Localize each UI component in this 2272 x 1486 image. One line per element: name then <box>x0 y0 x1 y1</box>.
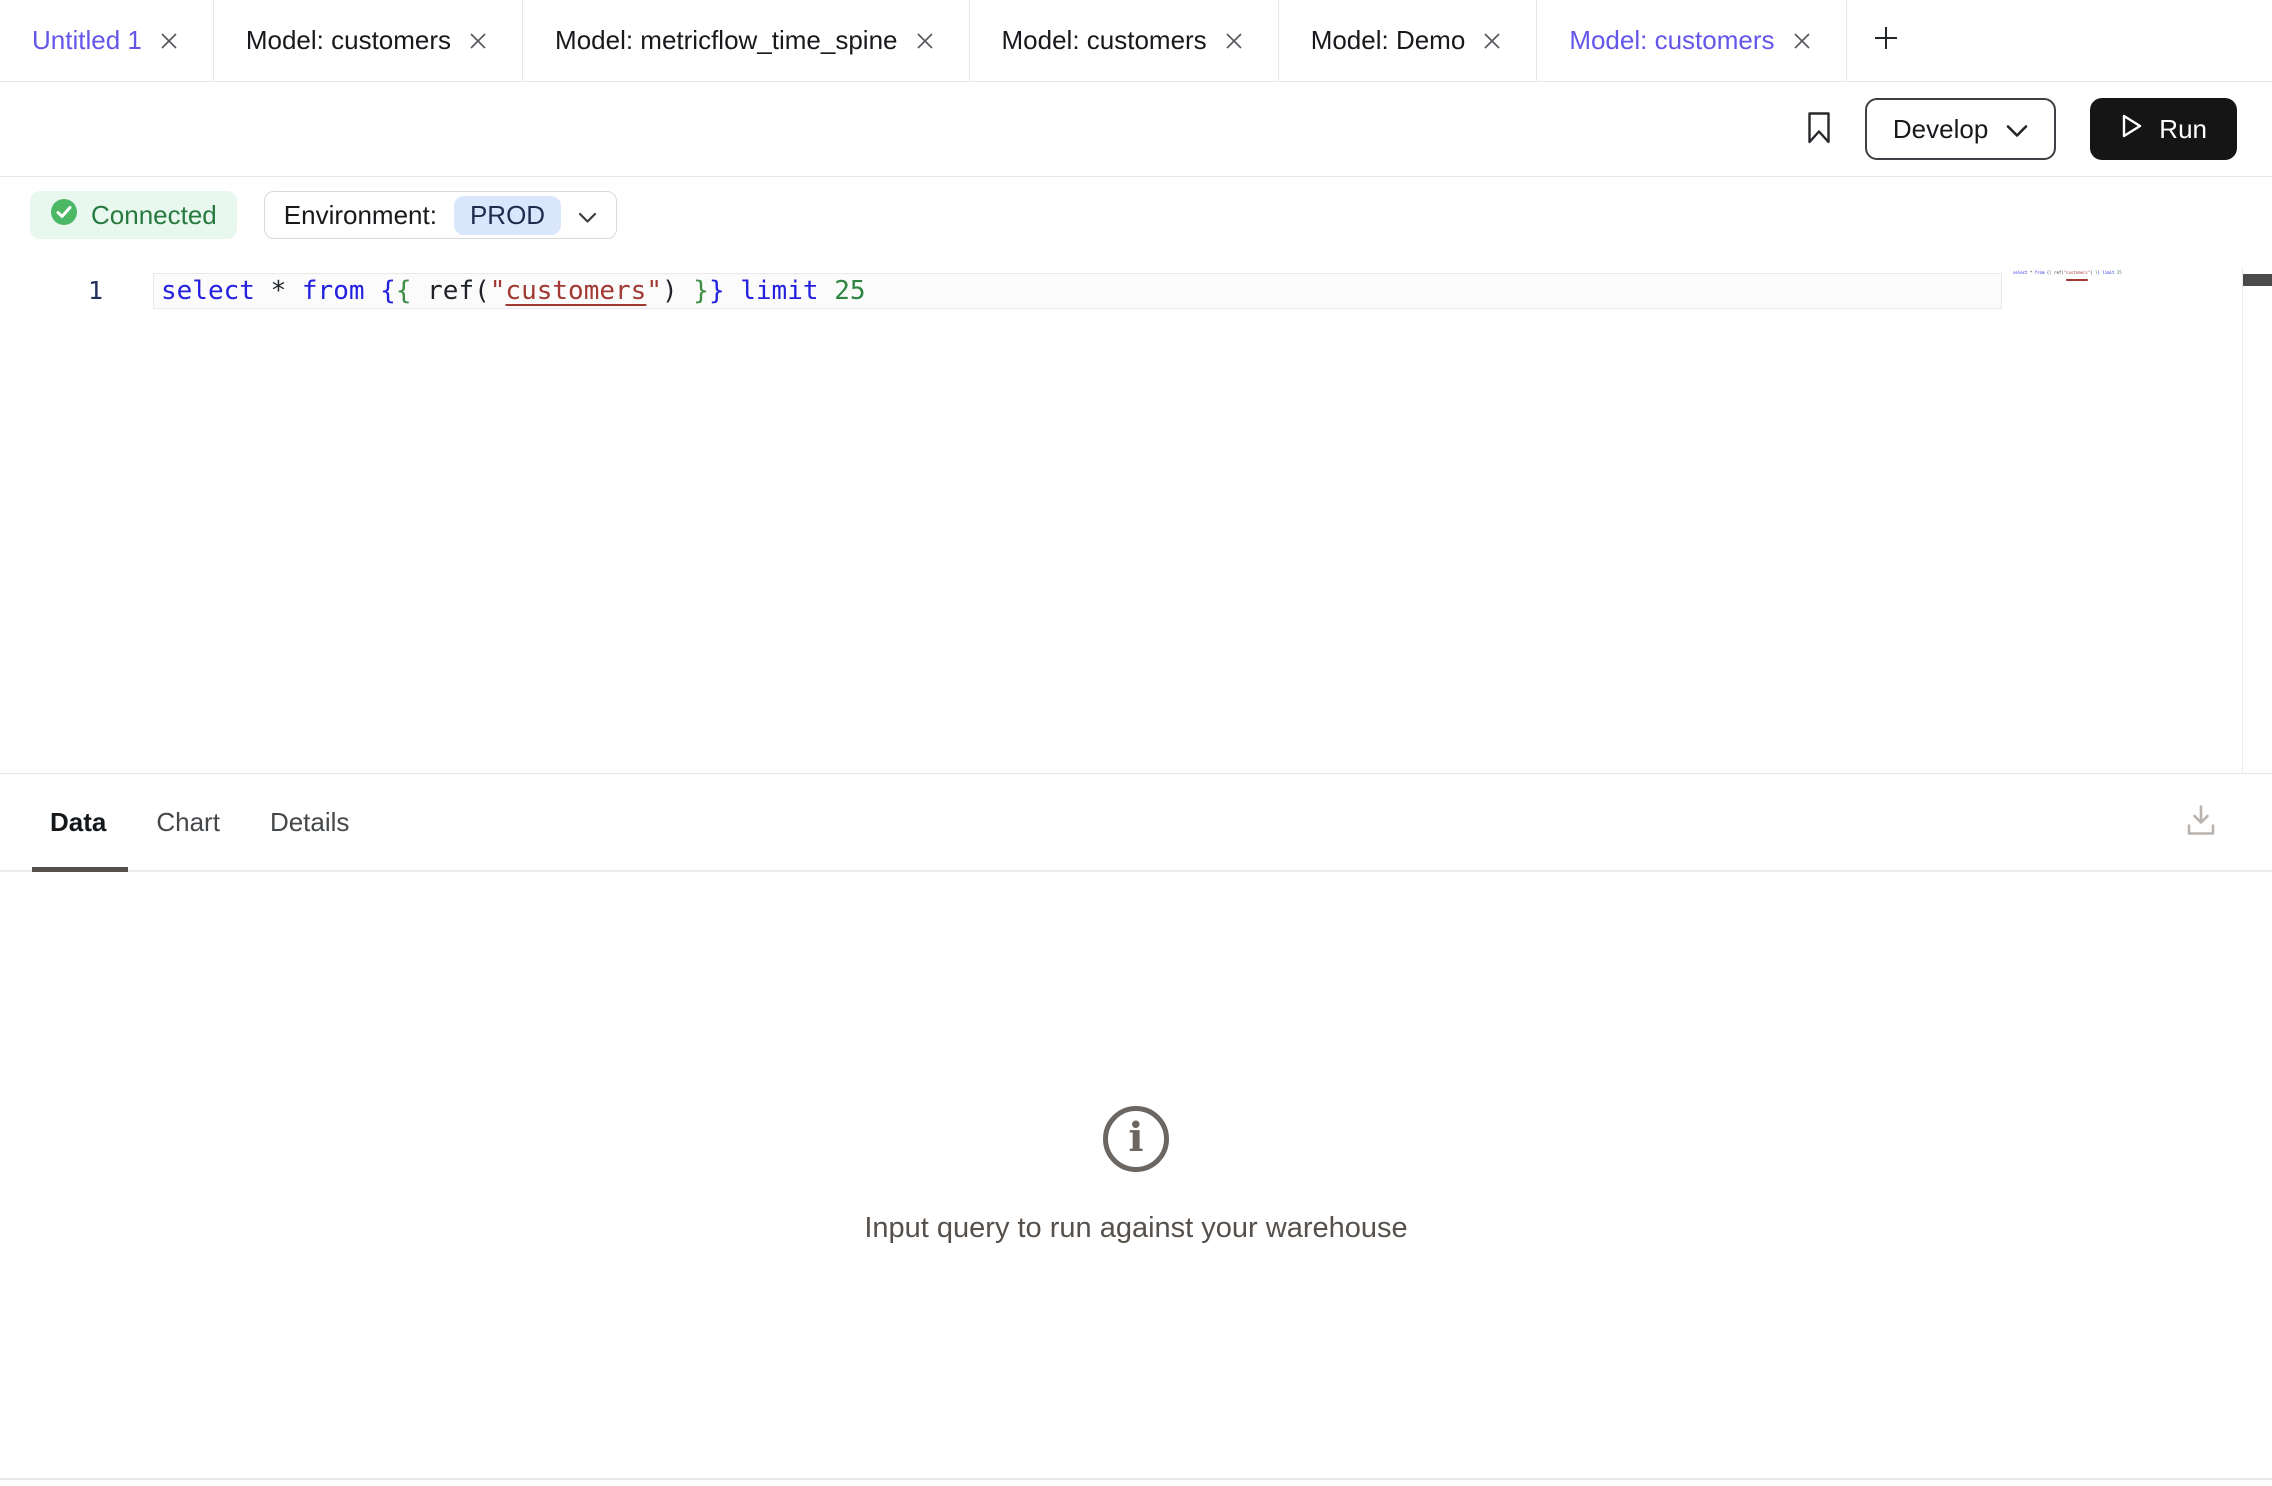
line-number: 1 <box>88 276 128 305</box>
close-icon[interactable] <box>1790 29 1814 53</box>
editor-scrollbar[interactable] <box>2242 268 2272 773</box>
develop-dropdown[interactable]: Develop <box>1865 98 2056 160</box>
tab-data[interactable]: Data <box>32 807 124 838</box>
tab-label: Model: customers <box>1569 25 1774 56</box>
develop-label: Develop <box>1893 114 1988 145</box>
tab-model-customers-3[interactable]: Model: customers <box>1537 0 1846 81</box>
tab-label: Model: customers <box>246 25 451 56</box>
empty-state-message: Input query to run against your warehous… <box>864 1212 1407 1245</box>
tab-label: Model: Demo <box>1311 25 1466 56</box>
close-icon[interactable] <box>913 29 937 53</box>
code-line[interactable]: select * from {{ ref("customers") }} lim… <box>161 277 866 305</box>
bottom-gap <box>0 1480 2272 1486</box>
close-icon[interactable] <box>1222 29 1246 53</box>
tab-label: Model: metricflow_time_spine <box>555 25 897 56</box>
environment-label: Environment: <box>284 200 437 231</box>
active-tab-indicator <box>32 867 128 872</box>
toolbar: Develop Run <box>0 82 2272 177</box>
plus-icon <box>1871 23 1901 58</box>
download-results-button[interactable] <box>2182 802 2220 843</box>
editor-minimap[interactable]: select * from {{ ref("customers") }} lim… <box>2013 270 2123 275</box>
check-circle-icon <box>50 198 78 233</box>
sql-editor[interactable]: 1 select * from {{ ref("customers") }} l… <box>0 253 2272 774</box>
results-tab-bar: Data Chart Details <box>0 774 2272 872</box>
tab-model-metricflow-time-spine[interactable]: Model: metricflow_time_spine <box>523 0 969 81</box>
close-icon[interactable] <box>157 29 181 53</box>
close-icon[interactable] <box>466 29 490 53</box>
close-icon[interactable] <box>1480 29 1504 53</box>
scrollbar-thumb[interactable] <box>2243 274 2272 286</box>
bookmark-button[interactable] <box>1807 111 1831 148</box>
tab-label: Model: customers <box>1002 25 1207 56</box>
editor-tab-bar: Untitled 1 Model: customers Model: metri… <box>0 0 2272 82</box>
tab-chart[interactable]: Chart <box>138 807 238 838</box>
ide-window: Untitled 1 Model: customers Model: metri… <box>0 0 2272 1486</box>
tab-model-customers-1[interactable]: Model: customers <box>214 0 523 81</box>
tab-model-demo[interactable]: Model: Demo <box>1279 0 1538 81</box>
chevron-down-icon <box>578 200 597 231</box>
download-icon <box>2182 802 2220 843</box>
tab-untitled-1[interactable]: Untitled 1 <box>0 0 214 81</box>
play-icon <box>2120 113 2144 146</box>
run-button[interactable]: Run <box>2090 98 2237 160</box>
chevron-down-icon <box>2006 114 2028 145</box>
tab-label: Untitled 1 <box>32 25 142 56</box>
environment-dropdown[interactable]: Environment: PROD <box>264 191 617 239</box>
tab-bar-spacer <box>1925 0 2272 81</box>
tab-details[interactable]: Details <box>252 807 367 838</box>
connected-badge: Connected <box>30 191 237 239</box>
info-icon: i <box>1103 1106 1169 1172</box>
new-tab-button[interactable] <box>1847 0 1925 81</box>
tab-model-customers-2[interactable]: Model: customers <box>970 0 1279 81</box>
results-empty-state: i Input query to run against your wareho… <box>0 872 2272 1478</box>
run-label: Run <box>2159 114 2207 145</box>
connected-label: Connected <box>91 200 217 231</box>
bookmark-icon <box>1807 111 1831 148</box>
connection-status-row: Connected Environment: PROD <box>0 177 2272 253</box>
environment-value-badge: PROD <box>454 196 561 235</box>
